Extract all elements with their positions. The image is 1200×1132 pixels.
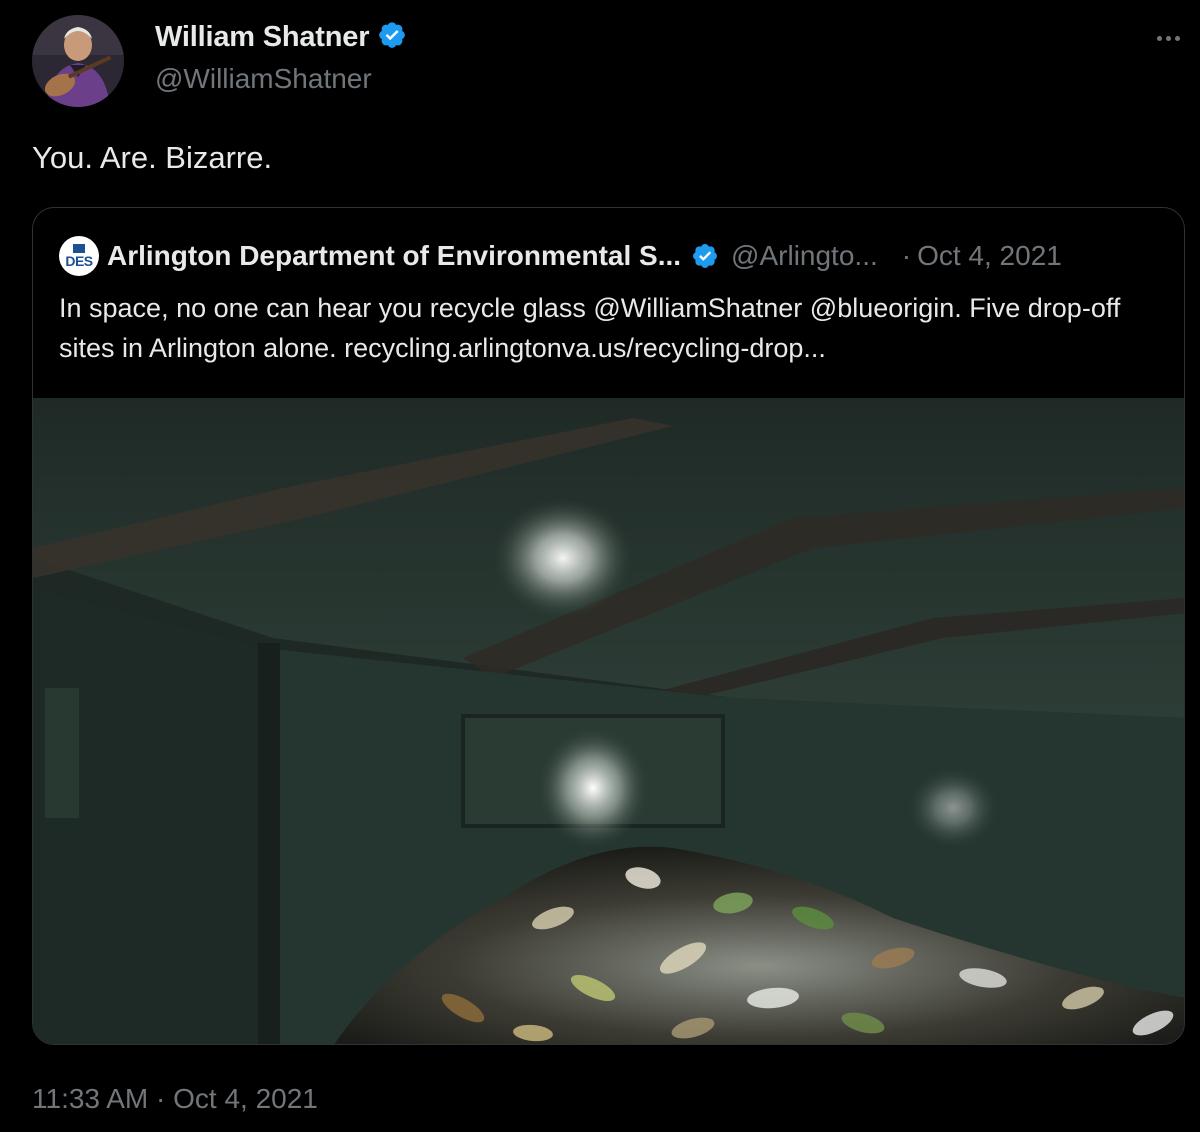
quoted-display-name[interactable]: Arlington Department of Environmental S.… [107, 240, 681, 272]
quoted-handle[interactable]: @Arlingto... [731, 240, 878, 272]
author-display-name[interactable]: William Shatner [155, 21, 369, 54]
author-name-row: William Shatner [155, 20, 407, 55]
avatar-photo [32, 15, 124, 107]
tweet-timestamp[interactable]: 11:33 AM · Oct 4, 2021 [32, 1083, 318, 1115]
tweet-text: You. Are. Bizarre. [32, 140, 273, 175]
quoted-date[interactable]: Oct 4, 2021 [917, 240, 1062, 272]
more-options-icon[interactable] [1150, 20, 1186, 56]
verified-badge-icon [377, 20, 407, 55]
quoted-media-image[interactable] [33, 398, 1184, 1044]
separator-dot: · [901, 240, 912, 271]
des-logo-icon [73, 244, 85, 253]
author-handle[interactable]: @WilliamShatner [155, 63, 372, 95]
author-avatar[interactable] [32, 15, 124, 107]
verified-badge-icon [691, 242, 719, 270]
quoted-avatar-label: DES [65, 253, 93, 269]
quoted-avatar[interactable]: DES [59, 236, 99, 276]
quoted-text: In space, no one can hear you recycle gl… [59, 293, 1121, 363]
quoted-header: DES Arlington Department of Environmenta… [59, 236, 1062, 276]
tweet: William Shatner @WilliamShatner You. Are… [0, 0, 1200, 1132]
quoted-tweet[interactable]: DES Arlington Department of Environmenta… [32, 207, 1185, 1045]
